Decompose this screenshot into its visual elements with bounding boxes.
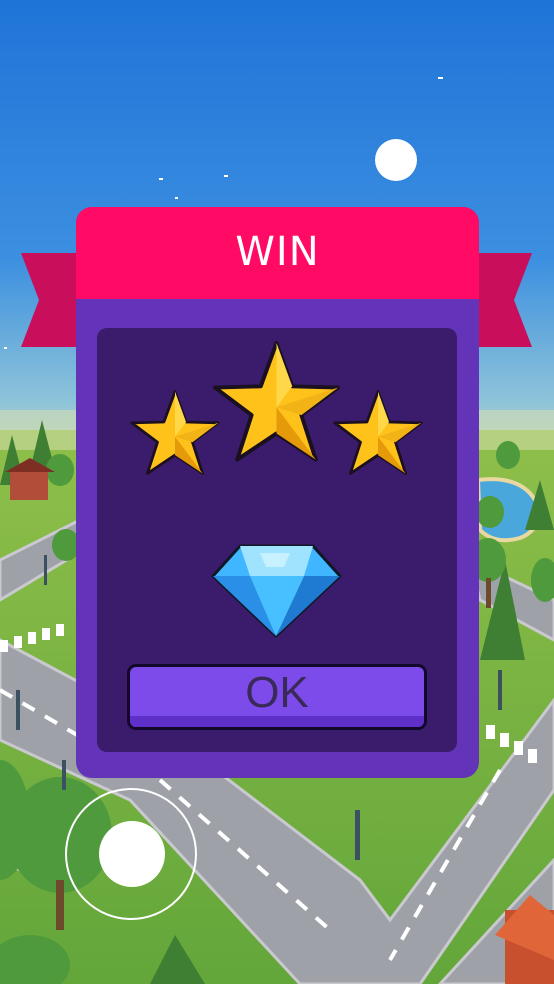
ribbon-left	[21, 253, 77, 347]
ok-button[interactable]: OK	[127, 664, 427, 730]
dialog-title: WIN	[235, 229, 320, 275]
ribbon-right	[476, 253, 532, 347]
joystick-icon[interactable]	[99, 821, 165, 887]
star-icon	[212, 341, 341, 462]
star-icon	[333, 390, 423, 475]
moon	[375, 139, 417, 181]
diamond-icon	[211, 544, 342, 638]
star-icon	[130, 390, 220, 475]
ok-button-label: OK	[245, 668, 309, 717]
